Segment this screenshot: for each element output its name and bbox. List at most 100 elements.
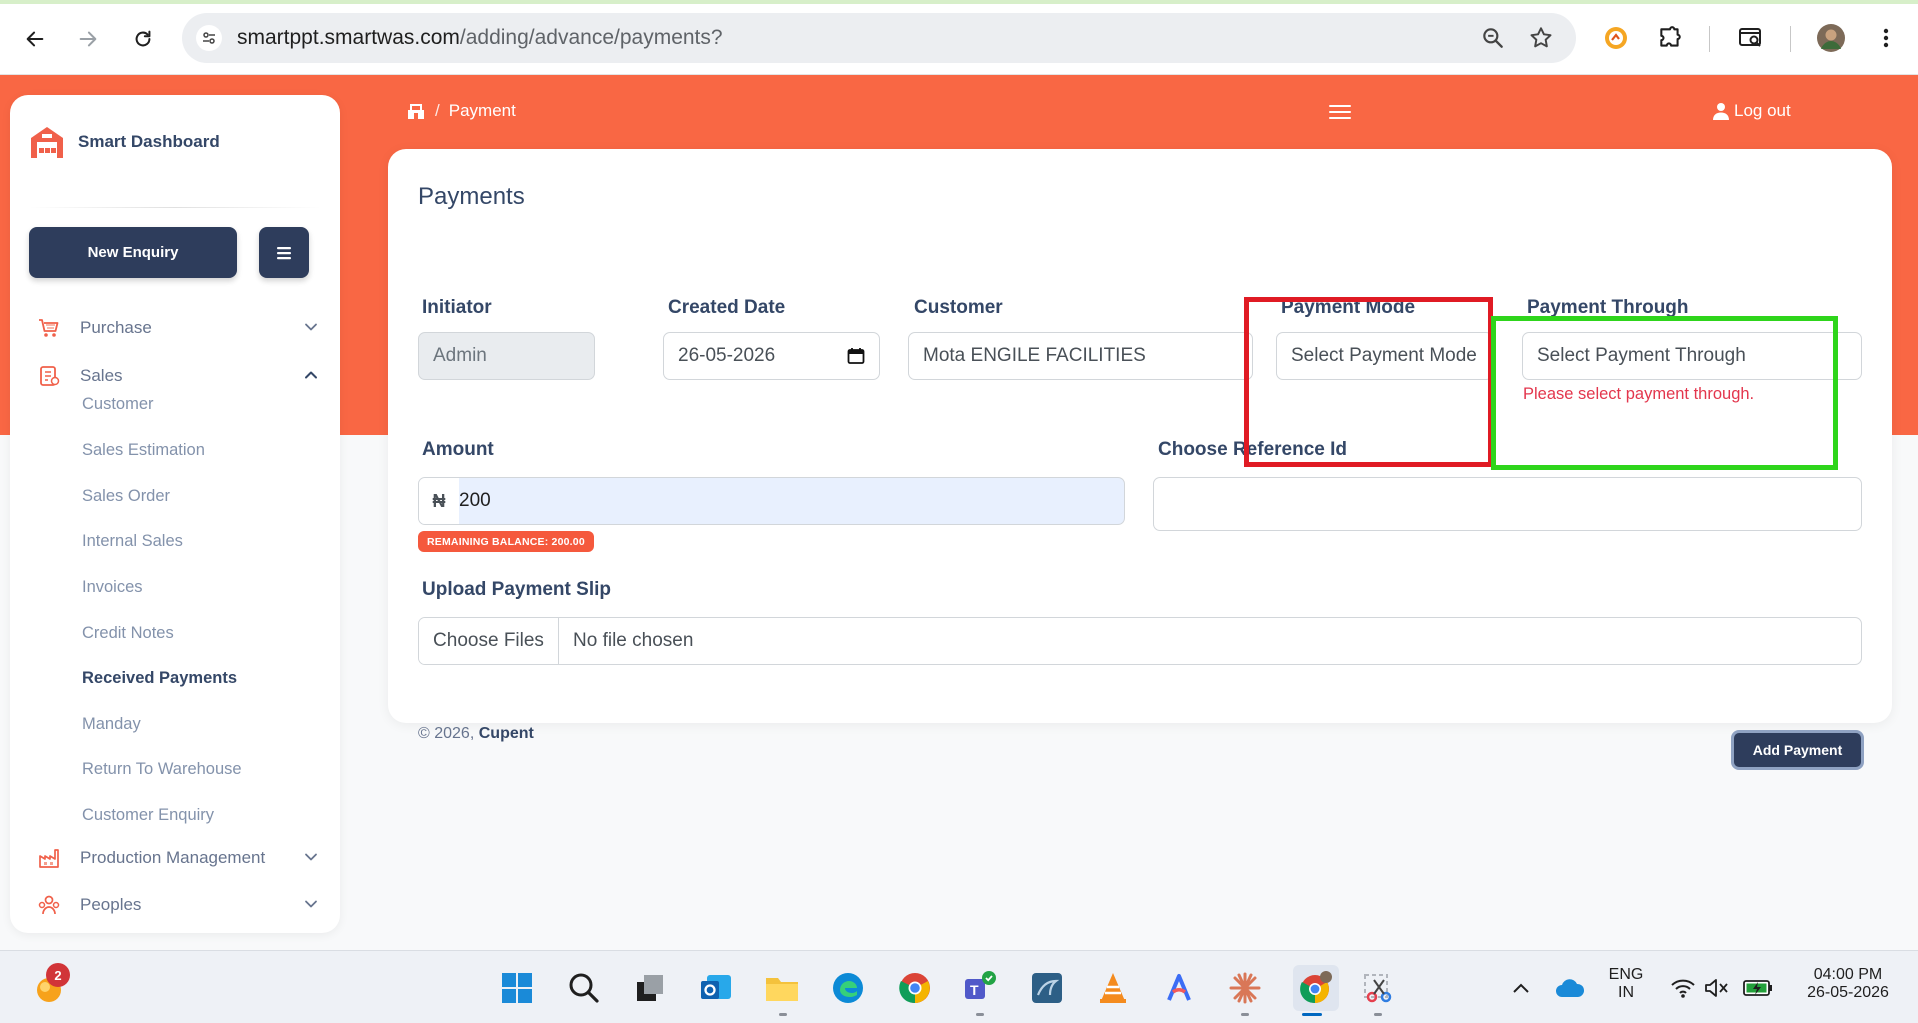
show-hidden-icons-button[interactable] <box>1502 969 1540 1007</box>
sidebar-subitem-invoices[interactable]: Invoices <box>82 578 143 597</box>
back-button[interactable] <box>18 22 52 56</box>
address-bar[interactable]: smartppt.smartwas.com/adding/advance/pay… <box>182 13 1576 63</box>
breadcrumb-current: Payment <box>448 101 516 120</box>
sidebar-subitem-credit-notes[interactable]: Credit Notes <box>82 624 174 643</box>
page-content: Smart Dashboard New Enquiry Purchase Sal… <box>0 75 1918 950</box>
edge-app[interactable] <box>829 969 867 1007</box>
brand[interactable]: Smart Dashboard <box>28 122 220 162</box>
hamburger-icon <box>277 246 291 259</box>
reload-button[interactable] <box>126 22 160 56</box>
sidebar-subitem-sales-order[interactable]: Sales Order <box>82 487 170 506</box>
chevron-down-icon <box>305 900 317 908</box>
logout-link[interactable]: Log out <box>1713 101 1791 121</box>
taskbar: 2 T ENG IN 04:00 PM 26-05-2026 <box>0 950 1918 1023</box>
cart-icon <box>36 315 62 341</box>
task-view-button[interactable] <box>631 969 669 1007</box>
arrow-left-icon <box>26 31 44 47</box>
chevron-down-icon <box>305 853 317 861</box>
home-icon[interactable] <box>406 101 426 121</box>
sidebar-menu-button[interactable] <box>259 227 309 278</box>
chrome-menu-icon[interactable] <box>1870 22 1902 54</box>
language-indicator[interactable]: ENG IN <box>1606 966 1646 1002</box>
bookmark-star-icon[interactable] <box>1528 25 1554 51</box>
file-status: No file chosen <box>573 630 694 651</box>
amount-label: Amount <box>422 439 494 460</box>
created-date-label: Created Date <box>668 297 786 318</box>
sidebar-subitem-manday[interactable]: Manday <box>82 715 141 734</box>
scissors-icon <box>1364 974 1392 1003</box>
sidebar-item-production-management[interactable]: Production Management <box>36 843 326 873</box>
toolbar-separator <box>1709 26 1710 52</box>
svg-text:T: T <box>970 982 979 998</box>
volume-muted-icon[interactable] <box>1698 969 1736 1007</box>
search-button[interactable] <box>565 969 603 1007</box>
header-menu-toggle[interactable] <box>1329 103 1351 126</box>
upload-slip-label: Upload Payment Slip <box>422 579 611 600</box>
notification-badge: 2 <box>46 963 70 987</box>
onedrive-icon[interactable] <box>1551 969 1589 1007</box>
sidebar-subitem-internal-sales[interactable]: Internal Sales <box>82 532 183 551</box>
battery-charging-icon[interactable] <box>1739 969 1777 1007</box>
hamburger-icon <box>1329 105 1351 119</box>
profile-avatar[interactable] <box>1815 22 1847 54</box>
vlc-app[interactable] <box>1094 969 1132 1007</box>
file-explorer-app[interactable] <box>763 969 801 1007</box>
new-enquiry-button[interactable]: New Enquiry <box>29 227 237 278</box>
factory-icon <box>36 845 62 871</box>
folder-icon <box>766 978 798 1001</box>
add-payment-button[interactable]: Add Payment <box>1731 730 1864 770</box>
sidebar-subitem-sales-estimation[interactable]: Sales Estimation <box>82 441 205 460</box>
snipping-tool-app[interactable] <box>1359 969 1397 1007</box>
outlook-app[interactable] <box>697 969 735 1007</box>
mysql-workbench-app[interactable] <box>1028 969 1066 1007</box>
user-icon <box>1713 103 1729 120</box>
calendar-icon[interactable] <box>847 347 865 365</box>
sidebar-subitem-received-payments[interactable]: Received Payments <box>82 669 237 688</box>
sidebar-subitem-customer[interactable]: Customer <box>82 395 154 414</box>
company-link[interactable]: Cupent <box>479 725 534 742</box>
copyright-text: © 2026, <box>418 725 475 742</box>
speed-extension-icon[interactable] <box>1600 22 1632 54</box>
reference-id-select[interactable] <box>1153 477 1862 531</box>
payment-mode-highlight-box <box>1244 297 1493 467</box>
site-info-icon[interactable] <box>196 25 222 51</box>
start-button[interactable] <box>498 969 536 1007</box>
sidebar-subitem-return-to-warehouse[interactable]: Return To Warehouse <box>82 760 242 779</box>
footer: © 2026, Cupent <box>418 725 534 743</box>
amount-input[interactable]: ₦ 200 <box>418 477 1125 525</box>
customer-select[interactable]: Mota ENGILE FACILITIES <box>908 332 1253 380</box>
choose-files-button[interactable]: Choose Files <box>419 618 559 664</box>
clock[interactable]: 04:00 PM 26-05-2026 <box>1788 966 1908 1002</box>
chrome-app[interactable] <box>896 969 934 1007</box>
arc-app[interactable] <box>1160 969 1198 1007</box>
running-indicator <box>1374 1013 1382 1016</box>
initiator-label: Initiator <box>422 297 492 318</box>
sidebar-item-sales[interactable]: Sales <box>36 361 326 391</box>
created-date-field[interactable]: 26-05-2026 <box>663 332 880 380</box>
sidebar-item-peoples[interactable]: Peoples <box>36 890 326 920</box>
teams-app[interactable]: T <box>961 969 999 1007</box>
active-indicator <box>1302 1013 1322 1016</box>
sidebar-item-label: Peoples <box>80 895 142 914</box>
breadcrumb-separator: / <box>435 101 440 120</box>
tab-strip-edge <box>0 0 1918 4</box>
sidebar-subitem-customer-enquiry[interactable]: Customer Enquiry <box>82 806 214 825</box>
extensions-puzzle-icon[interactable] <box>1654 22 1686 54</box>
breadcrumb: / Payment <box>406 101 516 121</box>
sidebar-item-label: Sales <box>80 366 123 385</box>
wifi-icon[interactable] <box>1664 969 1702 1007</box>
claude-app[interactable] <box>1226 969 1264 1007</box>
chrome-app-active[interactable] <box>1293 965 1339 1011</box>
page-title: Payments <box>418 183 525 210</box>
created-date-value: 26-05-2026 <box>678 345 776 366</box>
zoom-icon[interactable] <box>1480 25 1506 51</box>
toolbar-separator <box>1790 26 1791 52</box>
forward-button[interactable] <box>71 22 105 56</box>
amount-value: 200 <box>459 490 491 511</box>
database-dolphin-icon <box>1032 973 1062 1003</box>
sidebar-item-purchase[interactable]: Purchase <box>36 313 326 343</box>
tab-search-icon[interactable] <box>1735 22 1767 54</box>
edge-icon <box>833 973 863 1003</box>
upload-slip-input[interactable]: Choose Files No file chosen <box>418 617 1862 665</box>
people-icon <box>36 892 62 918</box>
